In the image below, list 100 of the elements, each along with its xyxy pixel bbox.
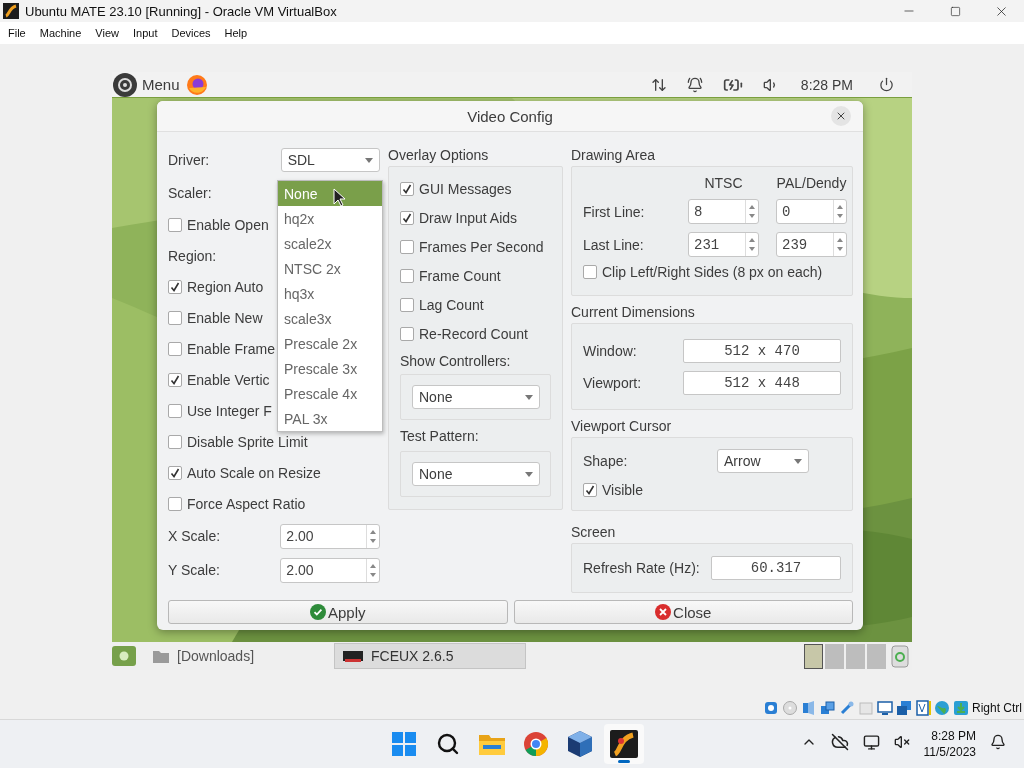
checkbox-label: Clip Left/Right Sides (8 px on each): [602, 264, 823, 280]
checkbox[interactable]: [168, 310, 182, 325]
spin-box[interactable]: 239: [776, 232, 847, 257]
taskbar-item[interactable]: [Downloads]: [144, 643, 334, 669]
menu-item[interactable]: View: [91, 27, 125, 39]
menu-option[interactable]: Prescale 3x: [278, 356, 382, 381]
trash-icon[interactable]: [890, 644, 910, 668]
close-icon: [835, 110, 847, 122]
menu-option[interactable]: Prescale 4x: [278, 381, 382, 406]
clock[interactable]: 8:28 PM 11/5/2023: [923, 728, 976, 760]
cube-icon: [567, 730, 593, 758]
bell-icon[interactable]: [686, 76, 703, 93]
section-label: Region:: [168, 247, 217, 264]
taskbar-item[interactable]: FCEUX 2.6.5: [334, 643, 526, 669]
power-icon[interactable]: [879, 77, 894, 92]
combo-box[interactable]: SDL: [280, 148, 380, 172]
field-label: Shape:: [583, 453, 629, 469]
apply-button[interactable]: Apply: [168, 600, 508, 624]
browser-icon[interactable]: [185, 73, 208, 96]
checkbox-label: Disable Sprite Limit: [187, 433, 308, 450]
window-title: Ubuntu MATE 23.10 [Running] - Oracle VM VirtualBox: [25, 3, 338, 19]
spin-box[interactable]: 2.00: [280, 557, 380, 583]
combo-box[interactable]: None: [412, 385, 540, 409]
menu-item[interactable]: Help: [220, 27, 254, 39]
app-icon: [610, 730, 638, 758]
menu-option[interactable]: hq2x: [278, 206, 382, 231]
value-field[interactable]: 60.317: [711, 555, 841, 580]
menu-item[interactable]: Devices: [167, 27, 217, 39]
workspace-thumbnail[interactable]: [825, 643, 844, 669]
menu-item[interactable]: Machine: [35, 27, 88, 39]
checkbox[interactable]: [400, 297, 414, 312]
checkbox[interactable]: [168, 341, 182, 356]
checkbox[interactable]: [168, 403, 182, 418]
checkbox[interactable]: [400, 210, 414, 225]
menu-option[interactable]: scale3x: [278, 306, 382, 331]
close-button[interactable]: [831, 106, 851, 126]
section-title: Overlay Options: [388, 146, 490, 165]
dialog-title: Video Config: [467, 107, 553, 125]
field-label: First Line:: [583, 203, 646, 220]
section-title: Current Dimensions: [571, 303, 696, 322]
combo-box[interactable]: Arrow: [717, 449, 809, 473]
workspace-thumbnail[interactable]: [846, 643, 865, 669]
menu-item[interactable]: Input: [128, 27, 164, 39]
app-button[interactable]: [604, 724, 644, 764]
checkbox[interactable]: [583, 265, 597, 279]
column-header: NTSC: [703, 175, 744, 191]
spin-box[interactable]: 2.00: [280, 523, 380, 549]
usb-icon[interactable]: [839, 700, 855, 716]
checkbox[interactable]: [168, 217, 182, 232]
menu-option[interactable]: hq3x: [278, 281, 382, 306]
checkbox[interactable]: [168, 434, 182, 449]
app-icon: [343, 648, 363, 664]
checkbox[interactable]: [168, 279, 182, 294]
speaker-icon[interactable]: [801, 700, 817, 716]
optical-disc-icon[interactable]: [782, 700, 798, 716]
checkbox[interactable]: [168, 372, 182, 387]
checkbox[interactable]: [400, 239, 414, 254]
combo-box[interactable]: None: [412, 462, 540, 486]
checkbox-label: Use Integer F: [187, 402, 272, 419]
checkbox[interactable]: [400, 326, 414, 341]
menu-item[interactable]: File: [4, 27, 32, 39]
checkbox[interactable]: [400, 268, 414, 283]
close-button[interactable]: Close: [513, 600, 853, 624]
caret-icon: [525, 471, 533, 477]
workspace-thumbnail[interactable]: [867, 643, 886, 669]
field-label: Window:: [583, 343, 637, 359]
menu-button[interactable]: Menu: [142, 76, 180, 93]
network-icon[interactable]: [820, 700, 836, 716]
spin-box[interactable]: 8: [688, 199, 759, 224]
show-desktop-button[interactable]: [112, 646, 136, 666]
menu-option[interactable]: PAL 3x: [278, 406, 382, 431]
check-circle-icon: [310, 604, 326, 620]
checkbox[interactable]: [168, 496, 182, 511]
column-header: PAL/Dendy: [776, 175, 847, 191]
screens-icon[interactable]: [896, 700, 912, 716]
menu-option[interactable]: scale2x: [278, 231, 382, 256]
download-icon[interactable]: [953, 700, 969, 716]
section-title: Drawing Area: [571, 146, 657, 165]
menu-option[interactable]: Prescale 2x: [278, 331, 382, 356]
display-icon[interactable]: [877, 700, 893, 716]
clock[interactable]: 8:28 PM: [800, 76, 853, 93]
checkbox[interactable]: [400, 181, 414, 196]
checkbox[interactable]: [583, 483, 597, 497]
menu-option[interactable]: NTSC 2x: [278, 256, 382, 281]
checkbox-label: Re-Record Count: [419, 325, 528, 342]
checkbox-label: Enable Vertic: [187, 371, 270, 388]
field-label: Last Line:: [583, 236, 645, 253]
value-field[interactable]: 512 x 448: [683, 371, 841, 395]
workspace-thumbnail[interactable]: [804, 643, 823, 669]
value-field[interactable]: 512 x 470: [683, 339, 841, 363]
spin-box[interactable]: 0: [776, 199, 847, 224]
globe-icon[interactable]: [934, 700, 950, 716]
caret-icon: [525, 394, 533, 400]
checkbox-label: Enable New: [187, 309, 263, 326]
checkbox-label: Frame Count: [419, 267, 501, 284]
checkbox[interactable]: [168, 465, 182, 480]
checkbox-label: Force Aspect Ratio: [187, 495, 306, 512]
network-arrows-icon[interactable]: [650, 76, 667, 93]
section-title: Screen: [571, 523, 617, 542]
spin-box[interactable]: 231: [688, 232, 759, 257]
